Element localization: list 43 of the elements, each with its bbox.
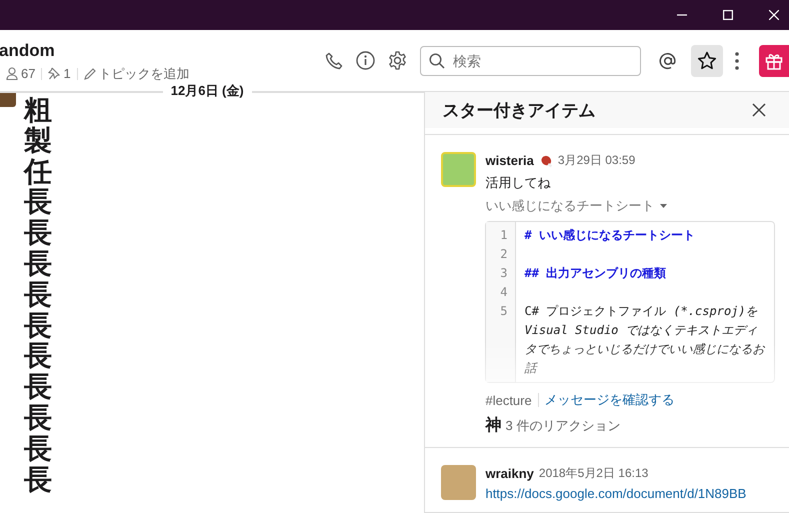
- code-line: ## 出力アセンブリの種類: [524, 265, 668, 282]
- add-topic-link[interactable]: トピックを追加: [98, 64, 190, 82]
- code-line: C# プロジェクトファイル (*.csproj)を Visual Studio ではなくテキストエディタでちょっといじるだけでいい感じになるお話: [524, 303, 766, 377]
- maximize-icon[interactable]: [723, 10, 733, 20]
- line-number: 3: [499, 265, 508, 282]
- reaction-count[interactable]: 3 件のリアクション: [505, 416, 620, 434]
- search-field[interactable]: 検索: [420, 46, 641, 76]
- reaction-emoji[interactable]: 神: [485, 415, 502, 436]
- timestamp[interactable]: 3月29日 03:59: [558, 152, 636, 169]
- more-icon[interactable]: [735, 52, 739, 70]
- timestamp[interactable]: 2018年5月2日 16:13: [538, 465, 648, 482]
- settings-icon[interactable]: [388, 51, 407, 70]
- line-number: 5: [499, 303, 508, 320]
- channel-name[interactable]: #lecture: [485, 392, 532, 408]
- line-number: 2: [499, 246, 508, 263]
- person-icon: [6, 67, 18, 80]
- caret-icon[interactable]: [660, 204, 668, 208]
- pencil-icon: [84, 68, 96, 80]
- author-name[interactable]: wraikny: [485, 466, 534, 481]
- date-divider-label: 12月6日 (金): [162, 82, 252, 100]
- gift-icon: [765, 52, 783, 70]
- view-message-link[interactable]: メッセージを確認する: [544, 391, 675, 409]
- panel-title: スター付きアイテム: [442, 100, 596, 122]
- member-count[interactable]: 67: [21, 66, 36, 81]
- phone-icon[interactable]: [325, 52, 343, 70]
- file-title[interactable]: いい感じになるチートシート: [485, 197, 654, 215]
- pin-count[interactable]: 1: [63, 66, 71, 81]
- line-number: 1: [499, 227, 508, 244]
- info-icon[interactable]: [356, 51, 375, 70]
- close-icon[interactable]: [752, 103, 766, 117]
- message-text: 活用してね: [485, 174, 552, 192]
- search-icon: [429, 52, 445, 68]
- gift-button[interactable]: [759, 44, 789, 76]
- star-icon: [697, 50, 717, 70]
- starred-items-button[interactable]: [691, 44, 723, 76]
- pin-icon: [48, 67, 60, 80]
- meat-icon: [538, 154, 553, 168]
- url-link[interactable]: https://docs.google.com/document/d/1N89BB: [485, 486, 775, 501]
- line-number: 4: [499, 284, 508, 301]
- mention-icon[interactable]: [658, 50, 678, 70]
- author-name[interactable]: wisteria: [485, 153, 534, 168]
- code-line: # いい感じになるチートシート: [524, 227, 696, 244]
- vertical-message-text: 粗製任長長長長長長長長長長: [24, 95, 52, 496]
